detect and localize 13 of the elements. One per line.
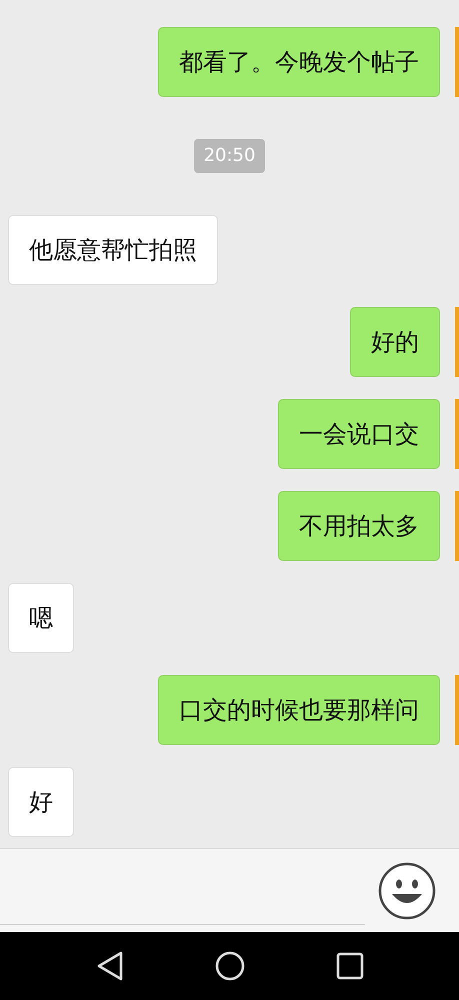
message-bubble: 嗯	[8, 583, 74, 653]
back-icon[interactable]	[96, 951, 124, 981]
message-bubble: 他愿意帮忙拍照	[8, 215, 218, 285]
timestamp: 20:50	[194, 139, 266, 173]
recent-apps-icon[interactable]	[336, 952, 364, 980]
message-bubble: 好	[8, 767, 74, 837]
message-bubble: 不用拍太多	[278, 491, 440, 561]
message-bubble: 口交的时候也要那样问	[158, 675, 440, 745]
home-icon[interactable]	[214, 951, 244, 981]
message-bubble: 一会说口交	[278, 399, 440, 469]
message-bubble: 好的	[350, 307, 440, 377]
message-bubble: 都看了。今晚发个帖子	[158, 27, 440, 97]
emoji-icon[interactable]	[378, 862, 436, 920]
